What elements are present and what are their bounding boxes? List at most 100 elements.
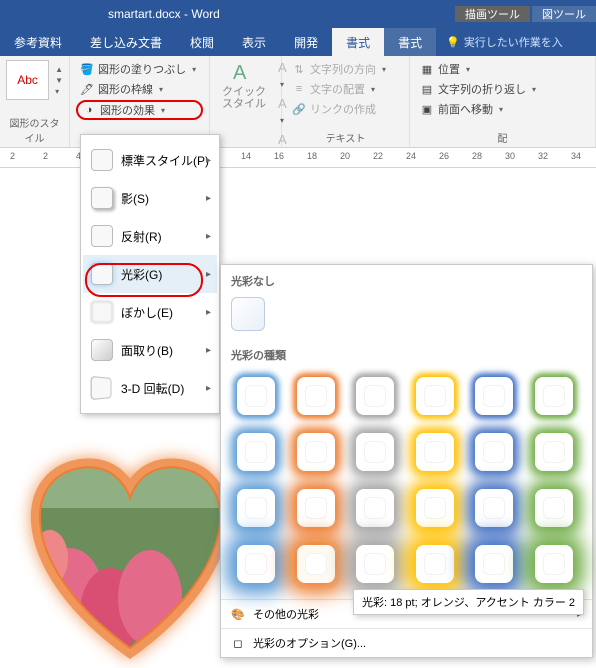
glow-variant[interactable] (356, 545, 394, 583)
glow-tooltip: 光彩: 18 pt; オレンジ、アクセント カラー 2 (353, 589, 584, 615)
shape-effects-label: 図形の効果 (100, 102, 155, 118)
glow-variant[interactable] (535, 377, 573, 415)
glow-variant[interactable] (416, 489, 454, 527)
ruler-tick: 22 (373, 151, 383, 161)
position-button[interactable]: ▦ 位置 ▾ (416, 60, 589, 78)
glow-variant[interactable] (475, 489, 513, 527)
chevron-down-icon: ▾ (192, 65, 196, 74)
glow-variant[interactable] (356, 377, 394, 415)
glow-variant[interactable] (475, 377, 513, 415)
create-link-label: リンクの作成 (310, 101, 376, 117)
ruler-tick: 34 (571, 151, 581, 161)
quick-styles-label: クイック スタイル (222, 86, 266, 110)
tab-format-picture[interactable]: 書式 (384, 28, 436, 56)
glow-none-header: 光彩なし (221, 265, 592, 293)
glow-variant[interactable] (356, 433, 394, 471)
ruler-tick: 24 (406, 151, 416, 161)
glow-options[interactable]: ◻ 光彩のオプション(G)... (221, 628, 592, 657)
glow-variant[interactable] (297, 545, 335, 583)
menu-soft-edges[interactable]: ぼかし(E)▸ (83, 293, 217, 331)
quick-styles-icon: A (233, 62, 255, 84)
wrap-icon: ▤ (420, 82, 434, 96)
glow-variant[interactable] (416, 377, 454, 415)
shape-outline-label: 図形の枠線 (98, 81, 153, 97)
glow-variant[interactable] (237, 489, 275, 527)
quick-styles-button[interactable]: A クイック スタイル (216, 60, 272, 162)
text-align-label: 文字の配置 (310, 81, 365, 97)
glow-variant[interactable] (475, 433, 513, 471)
shape-effects-menu: 標準スタイル(P)▸ 影(S)▸ 反射(R)▸ 光彩(G)▸ ぼかし(E)▸ 面… (80, 134, 220, 414)
ruler-tick: 20 (340, 151, 350, 161)
tool-tab-picture[interactable]: 図ツール (532, 6, 596, 22)
ruler-tick: 2 (43, 151, 48, 161)
tab-developer[interactable]: 開発 (280, 28, 332, 56)
glow-variant[interactable] (535, 433, 573, 471)
group-arrange: 配 (416, 128, 589, 145)
glow-variant[interactable] (535, 489, 573, 527)
glow-variant[interactable] (237, 433, 275, 471)
glow-options-label: 光彩のオプション(G)... (253, 635, 366, 651)
glow-none-option[interactable] (231, 297, 265, 331)
effects-icon: ◑ (82, 103, 96, 117)
wrap-text-button[interactable]: ▤ 文字列の折り返し ▾ (416, 80, 589, 98)
position-icon: ▦ (420, 62, 434, 76)
ruler-tick: 32 (538, 151, 548, 161)
ruler-tick: 2 (10, 151, 15, 161)
glow-variant[interactable] (237, 377, 275, 415)
style-gallery-down-icon[interactable]: ▼ (55, 76, 63, 85)
style-gallery-up-icon[interactable]: ▲ (55, 65, 63, 74)
window-title: smartart.docx - Word (108, 7, 220, 21)
wrap-label: 文字列の折り返し (438, 81, 526, 97)
pen-icon: 🖊 (80, 82, 94, 96)
tell-me[interactable]: 💡 実行したい作業を入 (436, 28, 563, 56)
ruler-tick: 14 (241, 151, 251, 161)
text-direction-button: ⇅ 文字列の方向 ▾ (288, 60, 403, 78)
glow-gallery: 光彩なし 光彩の種類 🎨 その他の光彩 ▸ ◻ 光彩のオプション(G)... 光… (220, 264, 593, 658)
glow-variant[interactable] (356, 489, 394, 527)
tool-tab-drawing[interactable]: 描画ツール (455, 6, 530, 22)
bring-forward-icon: ▣ (420, 102, 434, 116)
bulb-icon: 💡 (446, 36, 460, 49)
tab-references[interactable]: 参考資料 (0, 28, 76, 56)
ruler-tick: 28 (472, 151, 482, 161)
style-gallery-more-icon[interactable]: ▾ (55, 87, 63, 96)
position-label: 位置 (438, 61, 460, 77)
glow-variant[interactable] (237, 545, 275, 583)
glow-variant[interactable] (416, 545, 454, 583)
more-glow-colors-label: その他の光彩 (253, 606, 319, 622)
text-direction-icon: ⇅ (292, 62, 306, 76)
tab-review[interactable]: 校閲 (176, 28, 228, 56)
square-icon: ◻ (231, 636, 245, 650)
ruler-tick: 26 (439, 151, 449, 161)
text-align-button: ≡ 文字の配置 ▾ (288, 80, 403, 98)
menu-3d-rotation[interactable]: 3-D 回転(D)▸ (83, 369, 217, 407)
shape-style-preview[interactable]: Abc (6, 60, 49, 100)
glow-variant[interactable] (297, 433, 335, 471)
glow-variant[interactable] (297, 489, 335, 527)
bring-forward-button[interactable]: ▣ 前面へ移動 ▾ (416, 100, 589, 118)
menu-preset[interactable]: 標準スタイル(P)▸ (83, 141, 217, 179)
shape-fill-button[interactable]: 🪣 図形の塗りつぶし ▾ (76, 60, 203, 78)
tab-format-drawing[interactable]: 書式 (332, 28, 384, 56)
tab-view[interactable]: 表示 (228, 28, 280, 56)
group-text: テキスト (288, 128, 403, 145)
link-icon: 🔗 (292, 102, 306, 116)
ruler-tick: 18 (307, 151, 317, 161)
glow-variant[interactable] (475, 545, 513, 583)
menu-glow[interactable]: 光彩(G)▸ (83, 255, 217, 293)
chevron-down-icon: ▾ (159, 85, 163, 94)
glow-variant[interactable] (535, 545, 573, 583)
glow-variant[interactable] (297, 377, 335, 415)
shape-outline-button[interactable]: 🖊 図形の枠線 ▾ (76, 80, 203, 98)
shape-effects-button[interactable]: ◑ 図形の効果 ▾ (76, 100, 203, 120)
shape-fill-label: 図形の塗りつぶし (98, 61, 186, 77)
glow-variant[interactable] (416, 433, 454, 471)
text-align-icon: ≡ (292, 82, 306, 96)
menu-shadow[interactable]: 影(S)▸ (83, 179, 217, 217)
tab-mailings[interactable]: 差し込み文書 (76, 28, 176, 56)
menu-bevel[interactable]: 面取り(B)▸ (83, 331, 217, 369)
ruler-tick: 30 (505, 151, 515, 161)
chevron-down-icon: ▾ (161, 106, 165, 115)
menu-reflection[interactable]: 反射(R)▸ (83, 217, 217, 255)
create-link-button: 🔗 リンクの作成 (288, 100, 403, 118)
